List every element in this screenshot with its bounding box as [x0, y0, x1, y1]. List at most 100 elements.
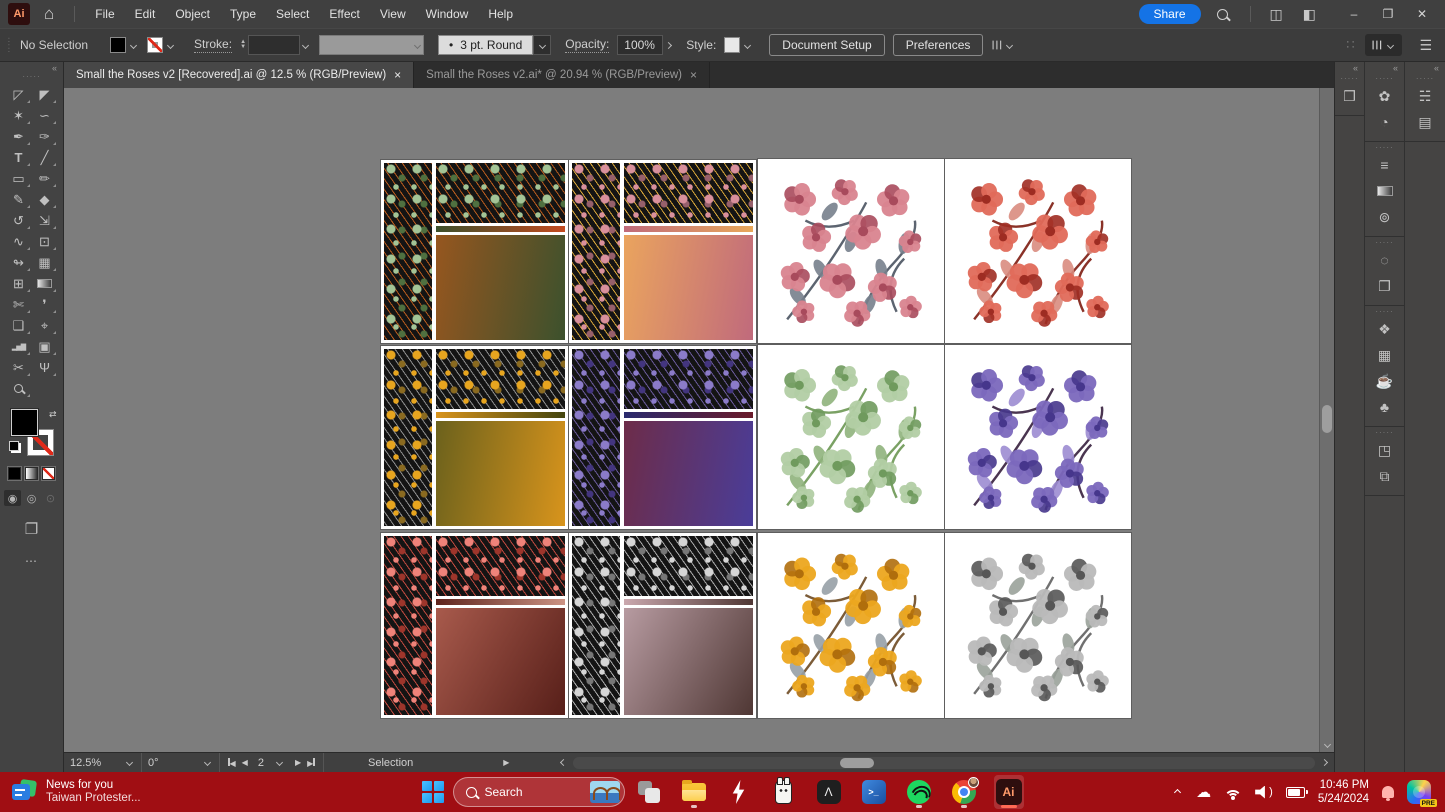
align-chevron-icon[interactable]	[1006, 41, 1013, 48]
notification-bell-icon[interactable]	[1382, 786, 1394, 798]
artboard-floral-yellow-watercolor[interactable]	[758, 533, 944, 718]
stroke-weight-stepper[interactable]: ▲▼	[240, 40, 246, 50]
artboard-floral-purple-watercolor[interactable]	[945, 345, 1131, 529]
selection-tool[interactable]: ◸	[6, 84, 32, 105]
gradient-tool[interactable]	[32, 273, 58, 294]
scale-tool[interactable]: ⇲	[32, 210, 58, 231]
panel-collapse-icon[interactable]: «	[1405, 62, 1445, 73]
line-segment-tool[interactable]: ╱	[32, 147, 58, 168]
rotation-select[interactable]: 0°	[142, 753, 220, 772]
width-tool[interactable]: ∿	[6, 231, 32, 252]
panel-menu-icon[interactable]: ☰	[1412, 37, 1439, 54]
brush-definition-field[interactable]: • 3 pt. Round	[438, 35, 533, 55]
clock[interactable]: 10:46 PM 5/24/2024	[1318, 778, 1369, 806]
close-button[interactable]: ✕	[1405, 5, 1439, 23]
panel-export[interactable]: ◳	[1365, 437, 1404, 463]
panel-layers[interactable]: ❖	[1365, 316, 1404, 342]
change-screen-mode-button[interactable]: ❐	[25, 520, 38, 538]
opacity-arrow-icon[interactable]	[665, 41, 672, 48]
stroke-color-swatch[interactable]	[147, 37, 163, 53]
document-layout-icon[interactable]: ◧	[1296, 6, 1323, 23]
menu-help[interactable]: Help	[478, 0, 523, 28]
horizontal-scrollbar-track[interactable]	[573, 757, 1315, 769]
artboard-pattern-gray-roses[interactable]	[569, 533, 756, 718]
rotate-tool[interactable]: ↺	[6, 210, 32, 231]
battery-icon[interactable]	[1286, 787, 1305, 798]
last-artboard-button[interactable]: ▶	[307, 757, 315, 769]
artboard-pattern-pink-roses[interactable]	[569, 160, 756, 343]
vertical-scrollbar[interactable]	[1319, 88, 1334, 752]
zoom-level-select[interactable]: 12.5%	[64, 753, 142, 772]
spotify-app-taskbar-button[interactable]	[904, 775, 934, 809]
onedrive-cloud-icon[interactable]: ☁	[1196, 783, 1211, 801]
panel-stroke-lines[interactable]: ≡	[1365, 152, 1404, 178]
artboard-floral-pink-watercolor[interactable]	[758, 159, 944, 343]
stroke-dropdown-chevron-icon[interactable]	[167, 41, 174, 48]
panel-appearance[interactable]: ◌	[1365, 247, 1404, 273]
tab-close-icon[interactable]: ×	[394, 68, 401, 82]
dark-app-taskbar-button[interactable]: Λ	[814, 775, 844, 809]
file-explorer-app-taskbar-button[interactable]	[679, 775, 709, 809]
free-transform-tool[interactable]: ⊡	[32, 231, 58, 252]
curvature-tool[interactable]: ✑	[32, 126, 58, 147]
scroll-down-button[interactable]	[1320, 736, 1334, 750]
panel-symbols[interactable]: ♣	[1365, 394, 1404, 420]
powershell-app-taskbar-button[interactable]: >_	[859, 775, 889, 809]
none-mode-button[interactable]	[42, 467, 55, 480]
share-button[interactable]: Share	[1139, 4, 1201, 24]
artboard-floral-red-watercolor[interactable]	[945, 159, 1131, 343]
menu-object[interactable]: Object	[165, 0, 220, 28]
llama-app-taskbar-button[interactable]	[769, 775, 799, 809]
wifi-icon[interactable]	[1224, 786, 1242, 799]
document-setup-button[interactable]: Document Setup	[769, 34, 884, 56]
menu-file[interactable]: File	[85, 0, 124, 28]
perspective-grid-tool[interactable]: ▦	[32, 252, 58, 273]
copilot-button[interactable]: PRE	[1407, 780, 1431, 804]
widgets-app-taskbar-button[interactable]	[634, 775, 664, 809]
gradient-mode-button[interactable]	[25, 467, 38, 480]
minimize-button[interactable]: –	[1337, 5, 1371, 23]
stroke-weight-label[interactable]: Stroke:	[194, 37, 232, 53]
color-mode-button[interactable]	[8, 467, 21, 480]
style-chevron-icon[interactable]	[744, 41, 751, 48]
blend-tool[interactable]: ❑	[6, 315, 32, 336]
document-tab-2[interactable]: Small the Roses v2.ai* @ 20.94 % (RGB/Pr…	[414, 62, 710, 88]
illustrator-app-taskbar-button[interactable]: Ai	[994, 775, 1024, 809]
menu-effect[interactable]: Effect	[319, 0, 369, 28]
start-button[interactable]	[422, 781, 444, 803]
stroke-weight-field[interactable]	[248, 35, 300, 55]
magic-wand-tool[interactable]: ✶	[6, 105, 32, 126]
previous-artboard-button[interactable]: ◀	[242, 758, 248, 767]
menu-select[interactable]: Select	[266, 0, 319, 28]
taskbar-search-box[interactable]: Search	[453, 777, 625, 807]
menu-view[interactable]: View	[370, 0, 416, 28]
volume-icon[interactable]: )	[1255, 786, 1273, 799]
artboard-pattern-purple-roses[interactable]	[569, 346, 756, 529]
scroll-right-button[interactable]	[1321, 759, 1328, 766]
menu-window[interactable]: Window	[416, 0, 479, 28]
artboard-number-chevron-icon[interactable]	[276, 759, 283, 766]
eraser-tool[interactable]: ◆	[32, 189, 58, 210]
artboard-floral-gray-watercolor[interactable]	[945, 533, 1131, 718]
opacity-label[interactable]: Opacity:	[565, 37, 609, 53]
panel-assets[interactable]: ⧉	[1365, 463, 1404, 489]
first-artboard-button[interactable]: ◀	[228, 757, 236, 769]
canvas[interactable]	[64, 88, 1334, 752]
lasso-tool[interactable]: ∽	[32, 105, 58, 126]
menu-type[interactable]: Type	[220, 0, 266, 28]
opacity-field[interactable]: 100%	[617, 35, 663, 55]
artboard-number-field[interactable]: 2	[258, 757, 264, 769]
panel-color[interactable]: ✿	[1365, 83, 1404, 109]
artboard-pattern-green-roses[interactable]	[381, 160, 568, 343]
swap-fill-stroke-icon[interactable]: ⇄	[49, 409, 57, 420]
status-menu-arrow-icon[interactable]: ▶	[503, 758, 509, 767]
panel-collapse-icon[interactable]: «	[1335, 62, 1364, 73]
vertical-scrollbar-thumb[interactable]	[1322, 405, 1332, 433]
pencil-tool[interactable]: ✎	[6, 189, 32, 210]
panel-gradient-quarter[interactable]: ◔	[1365, 109, 1404, 135]
restore-button[interactable]: ❐	[1371, 5, 1405, 23]
artboard-floral-green-watercolor[interactable]	[758, 345, 944, 529]
menu-edit[interactable]: Edit	[125, 0, 166, 28]
align-icon[interactable]: ☰	[990, 40, 1004, 51]
arrange-grid-icon[interactable]: ∷	[1346, 37, 1354, 53]
